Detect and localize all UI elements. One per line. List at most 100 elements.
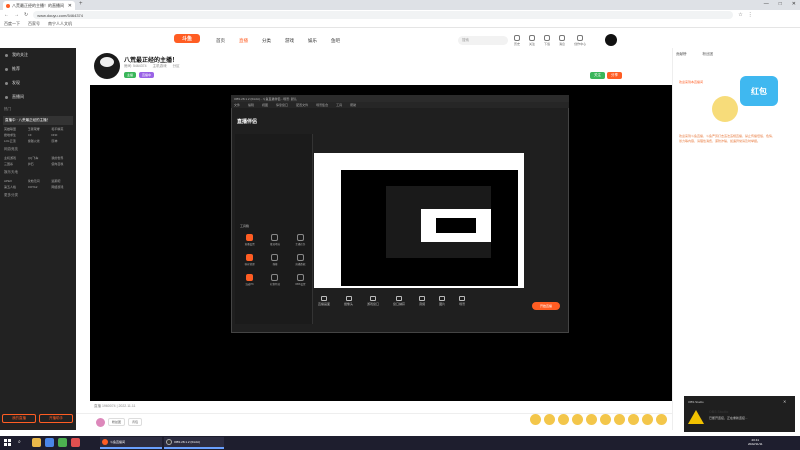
tab-contribution[interactable]: 贡献榜 [676,52,687,57]
new-tab-button[interactable]: + [79,1,83,7]
red-packet-banner[interactable]: 红包 [740,76,778,106]
taskbar-window-browser[interactable]: 斗鱼直播间 [100,437,162,449]
back-icon[interactable]: ← [4,12,9,18]
share-button[interactable]: 分享 [607,72,622,79]
category-item[interactable]: 绝地求生 [4,133,25,137]
edge-icon[interactable] [45,438,54,447]
gift-icon[interactable] [656,414,667,425]
gift-icon[interactable] [642,414,653,425]
category-item[interactable]: 穿越火线 [28,139,49,143]
obs-tool: 推流地址 [263,234,286,246]
bookmark-item[interactable]: 百家号 [28,21,40,27]
gift-icon[interactable] [600,414,611,425]
follow-list-button[interactable]: 关注 [529,35,535,46]
fan-club-button[interactable]: 粉丝团 [108,418,126,426]
tab-close-icon[interactable]: ✕ [68,3,72,9]
nav-category[interactable]: 分类 [262,38,271,44]
maximize-button[interactable]: □ [779,0,782,9]
my-live-button[interactable]: 我的直播 [2,414,36,423]
nav-entertainment[interactable]: 娱乐 [308,38,317,44]
sidebar-item-recommend[interactable]: 推荐 [0,62,76,76]
obs-tool: 弹幕 [263,254,286,266]
taskbar-window-obs[interactable]: OBS 28.1.2 (64-bit) [164,437,224,449]
star-icon[interactable]: ☆ [738,12,742,18]
user-avatar[interactable] [605,34,617,46]
obs-menu-item: 工具 [336,103,343,107]
category-item[interactable]: 第五人格 [4,185,25,189]
gift-icon[interactable] [572,414,583,425]
gift-icon[interactable] [558,414,569,425]
notification-heading: OBS Studio [709,410,729,414]
url-input[interactable]: www.douyu.com/5464374 [33,11,734,19]
category-item[interactable]: 原神 [51,139,72,143]
tab-title: 八荒最正经的主播！的直播间 [12,2,64,8]
category-item[interactable]: DNF [51,133,72,137]
window-icon [396,296,403,301]
stream-section[interactable]: 分区 [173,64,180,69]
category-item[interactable]: 英雄联盟 [4,127,25,131]
gift-icon[interactable] [614,414,625,425]
category-item[interactable]: 我的世界 [51,156,72,160]
nav-home[interactable]: 首页 [216,38,225,44]
browser-tab[interactable]: 八荒最正经的主播！的直播间 ✕ [3,1,75,10]
nav-live[interactable]: 直播 [239,38,248,44]
windows-start-icon[interactable] [4,439,12,447]
category-item[interactable]: 主机游戏 [4,156,25,160]
category-item[interactable]: 逃跑吧 [51,179,72,183]
bookmark-item[interactable]: 百度一下 [4,21,20,27]
follow-button[interactable]: 关注 [590,72,605,79]
download-button[interactable]: 下载 [544,35,550,46]
system-clock[interactable]: 20:41 2022/11/11 [748,438,763,446]
category-item[interactable]: 炉石 [28,162,49,166]
taskbar-search-icon[interactable]: ⌕ [18,439,21,445]
obs-menu-item: 场景集合 [316,103,329,107]
nav-games[interactable]: 游戏 [285,38,294,44]
history-button[interactable]: 历史 [514,35,520,46]
category-item[interactable]: 使命召唤 [51,162,72,166]
sidebar-item-discover[interactable]: 发现 [0,76,76,90]
forward-icon[interactable]: → [14,12,19,18]
app-icon[interactable] [71,438,80,447]
minimize-button[interactable]: — [764,0,769,9]
stream-category[interactable]: 主机游戏 [153,64,167,69]
streamer-avatar[interactable] [94,53,120,79]
sidebar-section-more[interactable]: 更多分类 [0,190,76,201]
search-input[interactable]: 搜索 [458,36,508,45]
category-item[interactable]: 网络游戏 [51,185,72,189]
close-window-button[interactable]: ✕ [792,0,796,9]
history-icon [514,35,520,41]
reload-icon[interactable]: ↻ [24,12,28,18]
category-item[interactable]: 永劫无间 [28,179,49,183]
file-explorer-icon[interactable] [32,438,41,447]
gift-icon[interactable] [586,414,597,425]
backpack-button[interactable]: 背包 [128,418,143,426]
gift-icon[interactable] [628,414,639,425]
category-item[interactable]: DOTA2 [28,185,49,189]
category-item[interactable]: APEX [4,179,25,183]
gift-icon[interactable] [530,414,541,425]
sidebar-game-grid: 主机游戏 QQ飞车 我的世界 三国杀 炉石 使命召唤 [0,155,76,167]
douyu-logo[interactable]: 斗鱼 [174,34,200,43]
creator-button[interactable]: 创作中心 [574,35,586,46]
clock-date: 2022/11/11 [748,442,763,446]
live-assistant-button[interactable]: 开播助手 [39,414,73,423]
category-item[interactable]: CF [28,133,49,137]
sidebar-item-room[interactable]: 直播间 [0,90,76,104]
category-item[interactable]: 三国杀 [4,162,25,166]
nav-yuba[interactable]: 鱼吧 [331,38,340,44]
tab-fans[interactable]: 粉丝团 [703,52,714,57]
category-item[interactable]: 王者荣耀 [28,127,49,131]
category-item[interactable]: LOL云顶 [4,139,25,143]
chrome-icon[interactable] [58,438,67,447]
category-item[interactable]: QQ飞车 [28,156,49,160]
gift-icon[interactable] [544,414,555,425]
sidebar-live-item[interactable]: 直播中 · 八荒最正经的主播！ [3,116,73,125]
fan-badge-icon[interactable] [96,418,105,427]
menu-icon[interactable]: ⋮ [748,12,753,18]
obs-menubar: 文件 编辑 视图 停靠窗口 配置文件 场景集合 工具 帮助 [231,102,569,108]
messages-button[interactable]: 消息 [559,35,565,46]
notification-close-button[interactable]: ✕ [783,399,786,404]
bookmark-item[interactable]: 南宁人人文机 [48,21,72,27]
sidebar-item-follow[interactable]: 我的关注 [0,48,76,62]
category-item[interactable]: 和平精英 [51,127,72,131]
